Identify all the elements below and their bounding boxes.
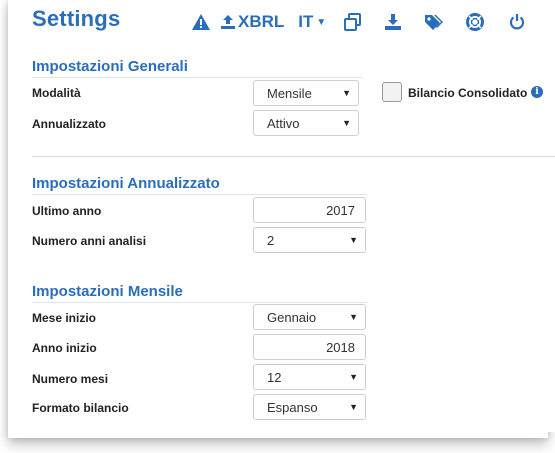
chevron-down-icon: ▼ [349,402,358,412]
modalita-select[interactable]: Mensile ▼ [253,80,359,106]
formato-value: Espanso [267,399,318,415]
xbrl-label: XBRL [238,12,285,31]
mese-inizio-value: Gennaio [267,309,317,325]
section-divider [32,194,367,195]
section-divider [32,77,362,78]
xbrl-upload-button[interactable]: XBRL [220,10,284,34]
numero-anni-value: 2 [267,232,275,248]
warning-icon[interactable] [190,10,212,34]
chevron-down-icon: ▼ [316,16,327,28]
anno-inizio-value: 2018 [326,339,355,355]
page-header: Settings [32,6,120,32]
mese-inizio-select[interactable]: Gennaio ▼ [253,304,366,330]
section-title-mensile: Impostazioni Mensile [32,283,183,300]
section-title-annualizzato: Impostazioni Annualizzato [32,175,220,192]
copy-icon[interactable] [342,10,364,34]
language-label: IT [298,12,314,31]
anno-inizio-label: Anno inizio [32,341,97,355]
formato-select[interactable]: Espanso ▼ [253,394,366,420]
ultimo-anno-input[interactable]: 2017 [253,197,366,223]
chevron-down-icon: ▼ [349,235,358,245]
download-icon[interactable] [382,10,404,34]
formato-label: Formato bilancio [32,401,129,415]
annualizzato-value: Attivo [267,115,300,131]
anno-inizio-input[interactable]: 2018 [253,334,366,360]
language-dropdown[interactable]: IT ▼ [298,10,326,34]
tags-icon[interactable] [422,10,446,34]
numero-mesi-label: Numero mesi [32,372,109,386]
section-divider [32,302,367,303]
section-title-generali: Impostazioni Generali [32,58,188,75]
section-divider [32,156,555,157]
numero-anni-select[interactable]: 2 ▼ [253,227,366,253]
chevron-down-icon: ▼ [342,88,351,98]
consolidato-checkbox[interactable] [382,82,402,102]
modalita-value: Mensile [267,85,312,101]
annualizzato-select[interactable]: Attivo ▼ [253,110,359,136]
chevron-down-icon: ▼ [349,372,358,382]
page-title: Settings [32,6,121,31]
numero-anni-label: Numero anni analisi [32,234,147,248]
lifebuoy-icon[interactable] [464,10,486,34]
annualizzato-label: Annualizzato [32,117,106,131]
ultimo-anno-label: Ultimo anno [32,204,102,218]
numero-mesi-select[interactable]: 12 ▼ [253,364,366,390]
consolidato-label: Bilancio Consolidato [408,86,528,100]
upload-icon [220,14,236,30]
chevron-down-icon: ▼ [349,312,358,322]
info-icon[interactable]: i [531,86,543,98]
toolbar: XBRL IT ▼ [190,10,528,34]
ultimo-anno-value: 2017 [326,202,355,218]
mese-inizio-label: Mese inizio [32,311,97,325]
numero-mesi-value: 12 [267,369,282,385]
power-icon[interactable] [506,10,528,34]
modalita-label: Modalità [32,86,81,100]
chevron-down-icon: ▼ [342,118,351,128]
